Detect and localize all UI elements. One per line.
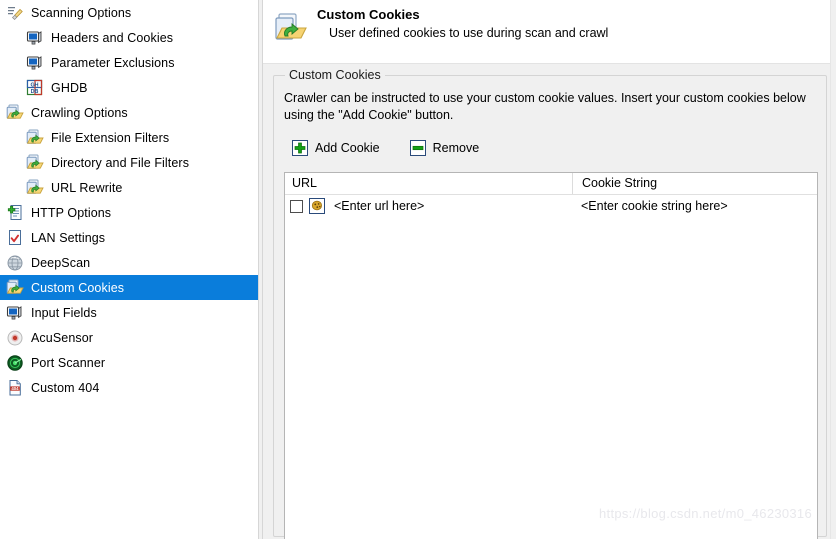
green-minus-icon bbox=[409, 140, 426, 156]
sidebar-item-label: DeepScan bbox=[31, 255, 91, 270]
svg-text:DB: DB bbox=[31, 88, 39, 94]
document-plus-icon bbox=[6, 204, 24, 222]
folder-arrow-icon bbox=[26, 154, 44, 172]
sidebar-item-label: Custom Cookies bbox=[31, 280, 125, 295]
sidebar-item-ghdb[interactable]: GH DB GHDB bbox=[0, 75, 258, 100]
groupbox-description: Crawler can be instructed to use your cu… bbox=[284, 91, 806, 122]
ghdb-grid-icon: GH DB bbox=[26, 79, 44, 97]
monitor-icon bbox=[26, 29, 44, 47]
sidebar-item-crawling-options[interactable]: Crawling Options bbox=[0, 100, 258, 125]
row-checkbox[interactable] bbox=[290, 199, 303, 213]
sidebar-item-parameter-exclusions[interactable]: Parameter Exclusions bbox=[0, 50, 258, 75]
sidebar-item-label: Scanning Options bbox=[31, 5, 132, 20]
page-subtitle: User defined cookies to use during scan … bbox=[329, 26, 609, 40]
page-header: Custom Cookies User defined cookies to u… bbox=[263, 0, 836, 64]
panel-scroll-gutter[interactable] bbox=[830, 0, 836, 539]
remove-cookie-label: Remove bbox=[432, 141, 480, 155]
settings-window: Scanning Options Headers and Cookies Param… bbox=[0, 0, 836, 539]
document-404-icon: 404 bbox=[6, 379, 24, 397]
cookies-table-header: URL Cookie String bbox=[285, 173, 817, 195]
cookie-string-placeholder: <Enter cookie string here> bbox=[581, 199, 728, 213]
sidebar-item-port-scanner[interactable]: Port Scanner bbox=[0, 350, 258, 375]
watermark-text: https://blog.csdn.net/m0_46230316 bbox=[599, 506, 812, 521]
sensor-dot-icon bbox=[6, 329, 24, 347]
folder-arrow-icon bbox=[26, 129, 44, 147]
sidebar-item-http-options[interactable]: HTTP Options bbox=[0, 200, 258, 225]
settings-navigation-tree[interactable]: Scanning Options Headers and Cookies Param… bbox=[0, 0, 258, 539]
sidebar-item-deepscan[interactable]: DeepScan bbox=[0, 250, 258, 275]
add-cookie-label: Add Cookie bbox=[315, 141, 380, 155]
sidebar-item-label: Port Scanner bbox=[31, 355, 106, 370]
folder-arrow-icon bbox=[6, 104, 24, 122]
url-placeholder: <Enter url here> bbox=[334, 199, 425, 213]
sidebar-item-label: LAN Settings bbox=[31, 230, 106, 245]
cookie-toolbar: Add Cookie Remove bbox=[292, 140, 509, 156]
sidebar-item-label: AcuSensor bbox=[31, 330, 94, 345]
svg-text:404: 404 bbox=[11, 386, 19, 391]
cookies-table-body: <Enter url here> <Enter cookie string her… bbox=[285, 195, 817, 217]
sidebar-item-file-extension-filters[interactable]: File Extension Filters bbox=[0, 125, 258, 150]
folder-arrow-icon bbox=[26, 179, 44, 197]
add-cookie-button[interactable]: Add Cookie bbox=[292, 140, 380, 156]
custom-cookies-groupbox: Custom Cookies Crawler can be instructed… bbox=[273, 68, 827, 539]
sidebar-item-custom-404[interactable]: 404 Custom 404 bbox=[0, 375, 258, 400]
sidebar-item-label: File Extension Filters bbox=[51, 130, 170, 145]
cell-url[interactable]: <Enter url here> bbox=[285, 198, 572, 214]
table-row[interactable]: <Enter url here> <Enter cookie string her… bbox=[285, 195, 817, 217]
document-check-icon bbox=[6, 229, 24, 247]
sidebar-item-label: GHDB bbox=[51, 80, 88, 95]
sidebar-item-acusensor[interactable]: AcuSensor bbox=[0, 325, 258, 350]
sidebar-item-input-fields[interactable]: Input Fields bbox=[0, 300, 258, 325]
column-header-url[interactable]: URL bbox=[285, 173, 572, 194]
monitor-icon bbox=[6, 304, 24, 322]
sidebar-item-headers-and-cookies[interactable]: Headers and Cookies bbox=[0, 25, 258, 50]
radar-icon bbox=[6, 354, 24, 372]
sidebar-item-label: Custom 404 bbox=[31, 380, 100, 395]
sidebar-item-label: HTTP Options bbox=[31, 205, 112, 220]
scan-brush-icon bbox=[6, 4, 24, 22]
svg-text:GH: GH bbox=[30, 82, 38, 88]
page-title: Custom Cookies bbox=[317, 7, 420, 22]
cookies-table[interactable]: URL Cookie String <Enter url here> <Enter… bbox=[284, 172, 818, 539]
cell-cookie-string[interactable]: <Enter cookie string here> bbox=[572, 199, 817, 213]
sidebar-item-url-rewrite[interactable]: URL Rewrite bbox=[0, 175, 258, 200]
folder-arrow-icon bbox=[273, 10, 309, 46]
sidebar-item-label: Headers and Cookies bbox=[51, 30, 174, 45]
cookie-icon bbox=[309, 198, 325, 214]
remove-cookie-button[interactable]: Remove bbox=[409, 140, 480, 156]
sidebar-item-label: Parameter Exclusions bbox=[51, 55, 175, 70]
sidebar-item-label: URL Rewrite bbox=[51, 180, 123, 195]
sidebar-item-custom-cookies[interactable]: Custom Cookies bbox=[0, 275, 258, 300]
sidebar-item-lan-settings[interactable]: LAN Settings bbox=[0, 225, 258, 250]
settings-content-panel: Custom Cookies User defined cookies to u… bbox=[263, 0, 836, 539]
folder-arrow-icon bbox=[6, 279, 24, 297]
sidebar-item-label: Directory and File Filters bbox=[51, 155, 190, 170]
sidebar-item-scanning-options[interactable]: Scanning Options bbox=[0, 0, 258, 25]
sidebar-item-label: Crawling Options bbox=[31, 105, 128, 120]
column-header-cookie-string[interactable]: Cookie String bbox=[572, 173, 817, 194]
globe-icon bbox=[6, 254, 24, 272]
green-plus-icon bbox=[292, 140, 308, 156]
groupbox-title: Custom Cookies bbox=[285, 68, 385, 82]
monitor-icon bbox=[26, 54, 44, 72]
sidebar-item-label: Input Fields bbox=[31, 305, 97, 320]
sidebar-item-directory-and-file-filters[interactable]: Directory and File Filters bbox=[0, 150, 258, 175]
